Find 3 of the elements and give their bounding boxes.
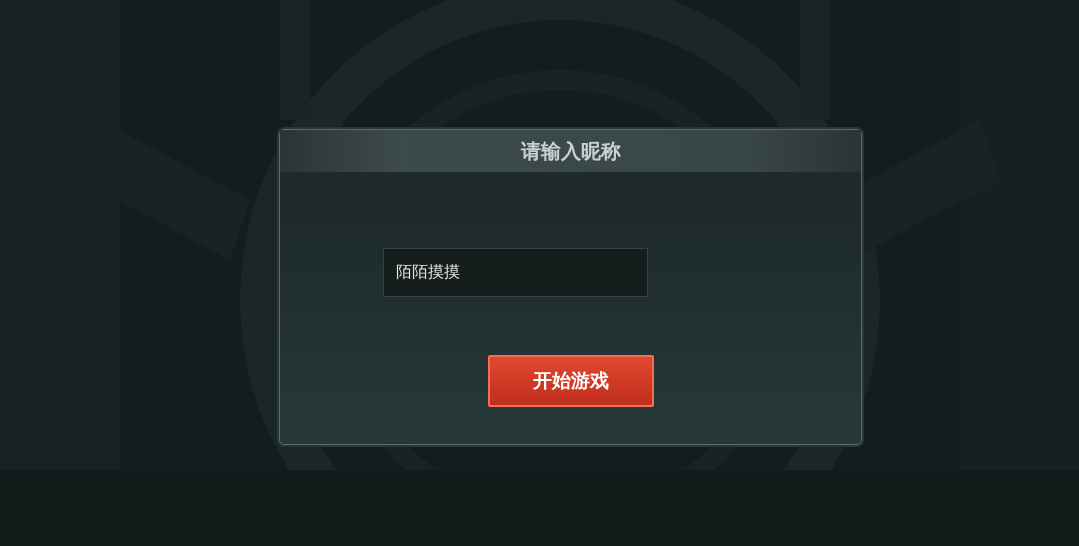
start-game-button[interactable]: 开始游戏: [488, 355, 654, 407]
dialog-title: 请输入昵称: [520, 137, 621, 165]
nickname-field[interactable]: 陌陌摸摸: [383, 248, 648, 297]
